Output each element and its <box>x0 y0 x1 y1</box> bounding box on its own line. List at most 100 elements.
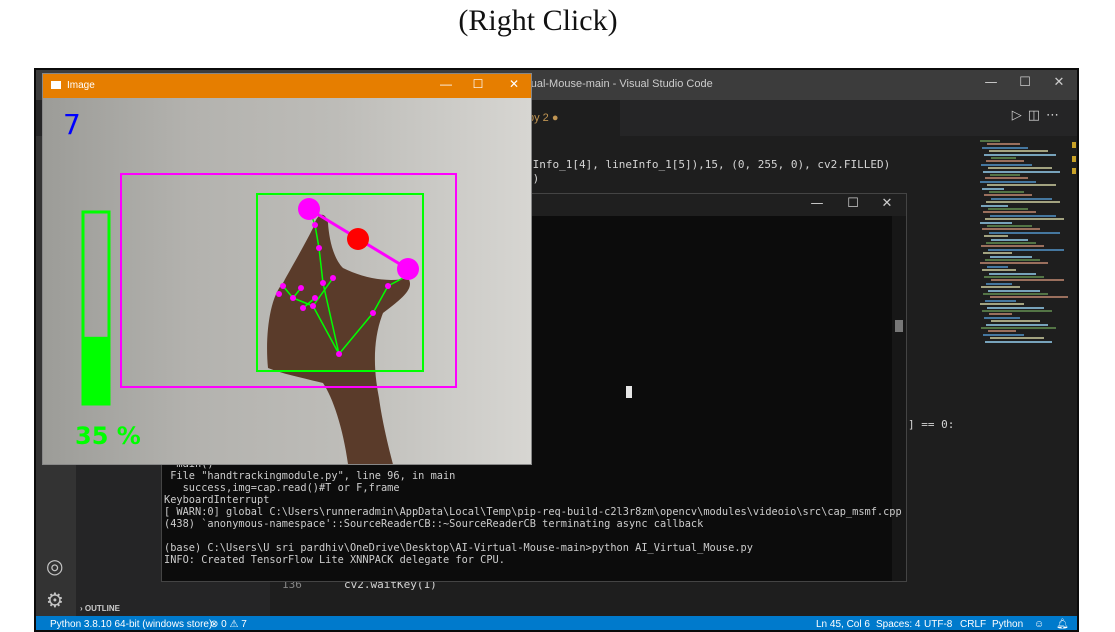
minimap-line <box>991 279 1064 282</box>
image-titlebar: Image — ☐ ✕ <box>43 74 531 98</box>
terminal-line: INFO: Created TensorFlow Lite XNNPACK de… <box>164 554 505 566</box>
minimap-line <box>988 167 1052 170</box>
minimap-line <box>987 306 1044 309</box>
split-editor-icon[interactable]: ◫ <box>1028 108 1046 123</box>
minimap-line <box>991 197 1052 200</box>
maximize-button[interactable]: ☐ <box>1010 75 1040 90</box>
minimap-line <box>985 177 1028 180</box>
code-line-top: eInfo_1[4], lineInfo_1[5]),15, (0, 255, … <box>526 158 891 171</box>
camera-frame: 7 35 % <box>43 98 531 464</box>
minimap-line <box>980 262 1048 265</box>
terminal-close-button[interactable]: ✕ <box>872 196 902 211</box>
outline-section[interactable]: › OUTLINE <box>80 604 120 613</box>
terminal-minimize-button[interactable]: — <box>802 196 832 211</box>
line-ending[interactable]: CRLF <box>960 619 986 630</box>
minimap-line <box>984 235 1008 238</box>
minimap-line <box>982 187 1004 190</box>
close-button[interactable]: ✕ <box>1044 75 1074 90</box>
minimap-line <box>980 180 1036 183</box>
minimap-line <box>983 293 1048 295</box>
minimap-line <box>988 330 1016 333</box>
minimap-line <box>986 282 1012 285</box>
python-interpreter[interactable]: Python 3.8.10 64-bit (windows store) <box>50 619 212 630</box>
minimap-line <box>982 310 1052 312</box>
minimap-line <box>984 276 1044 278</box>
cursor-position[interactable]: Ln 45, Col 6 <box>816 619 870 630</box>
index-tip-marker <box>298 198 320 220</box>
minimap-line <box>987 143 1020 146</box>
minimap-line <box>985 299 1016 302</box>
figure-caption: (Right Click) <box>458 4 618 37</box>
minimap-line <box>983 170 1060 173</box>
terminal-line: [ WARN:0] global C:\Users\runneradmin\Ap… <box>164 506 902 518</box>
minimap-line <box>990 255 1032 258</box>
image-title: Image <box>67 80 95 91</box>
terminal-line: (base) C:\Users\U sri pardhiv\OneDrive\D… <box>164 542 753 554</box>
language-mode[interactable]: Python <box>992 619 1023 630</box>
minimap-line <box>981 245 1044 248</box>
minimap-line <box>980 303 1024 306</box>
image-window[interactable]: Image — ☐ ✕ 7 35 % <box>42 73 532 465</box>
middle-tip-marker <box>397 258 419 280</box>
minimize-button[interactable]: — <box>976 75 1006 90</box>
minimap-line <box>987 225 1032 227</box>
minimap-line <box>983 211 1036 214</box>
minimap-line <box>981 163 1032 166</box>
minimap-line <box>980 221 1012 224</box>
fps-counter: 7 <box>63 108 81 141</box>
window-icon <box>51 81 61 89</box>
minimap-line <box>982 146 1028 149</box>
editor-actions: ▷◫⋯ <box>1012 108 1065 123</box>
volume-bar-fill <box>83 336 109 404</box>
terminal-maximize-button[interactable]: ☐ <box>838 196 868 211</box>
minimap-line <box>988 248 1064 251</box>
minimap-line <box>980 140 1000 142</box>
run-icon[interactable]: ▷ <box>1012 108 1028 123</box>
terminal-scrollbar[interactable] <box>892 216 906 581</box>
editor-tab[interactable]: py 2 ● <box>524 100 620 136</box>
feedback-icon[interactable]: ☺ <box>1034 619 1044 630</box>
scroll-thumb[interactable] <box>895 320 903 332</box>
scrollbar-marker <box>1072 142 1076 148</box>
encoding[interactable]: UTF-8 <box>924 619 952 630</box>
image-minimize-button[interactable]: — <box>431 77 461 91</box>
minimap-line <box>982 269 1016 272</box>
minimap-line <box>988 208 1028 210</box>
minimap-line <box>982 228 1040 231</box>
minimap-line <box>986 160 1024 163</box>
status-bar: Python 3.8.10 64-bit (windows store) ⊗ 0… <box>36 616 1077 630</box>
minimap-line <box>989 150 1048 153</box>
minimap-line <box>989 231 1060 234</box>
minimap-line <box>985 259 1040 261</box>
scrollbar-marker <box>1072 168 1076 174</box>
minimap-line <box>986 201 1060 204</box>
minimap-line <box>985 218 1064 221</box>
image-maximize-button[interactable]: ☐ <box>463 77 493 91</box>
minimap-line <box>984 153 1056 156</box>
minimap-line <box>983 333 1024 336</box>
more-actions-icon[interactable]: ⋯ <box>1046 108 1065 123</box>
image-close-button[interactable]: ✕ <box>499 77 529 91</box>
terminal-line: success,img=cap.read()#T or F,frame <box>164 482 400 494</box>
indentation[interactable]: Spaces: 4 <box>876 619 920 630</box>
vscode-title: rtual-Mouse-main - Visual Studio Code <box>524 78 713 90</box>
settings-gear-icon[interactable]: ⚙ <box>46 588 64 612</box>
minimap-line <box>985 340 1052 343</box>
terminal-line: KeyboardInterrupt <box>164 494 270 506</box>
notifications-icon[interactable]: 🔔︎ <box>1056 619 1069 630</box>
minimap-line <box>990 337 1044 340</box>
minimap-line <box>990 214 1056 217</box>
text-cursor <box>626 386 632 398</box>
minimap-line <box>990 174 1020 176</box>
minimap-line <box>991 238 1028 241</box>
account-icon[interactable]: ◎ <box>46 554 63 578</box>
minimap-line <box>986 323 1048 326</box>
minimap-line <box>983 252 1012 255</box>
hand-silhouette <box>267 214 411 464</box>
minimap-line <box>984 194 1032 197</box>
terminal-line: (438) `anonymous-namespace'::SourceReade… <box>164 518 704 530</box>
problems-indicator[interactable]: ⊗ 0 ⚠ 7 <box>210 619 247 630</box>
terminal-line: File "handtrackingmodule.py", line 96, i… <box>164 470 456 482</box>
scrollbar-marker <box>1072 156 1076 162</box>
minimap[interactable] <box>980 140 1070 350</box>
